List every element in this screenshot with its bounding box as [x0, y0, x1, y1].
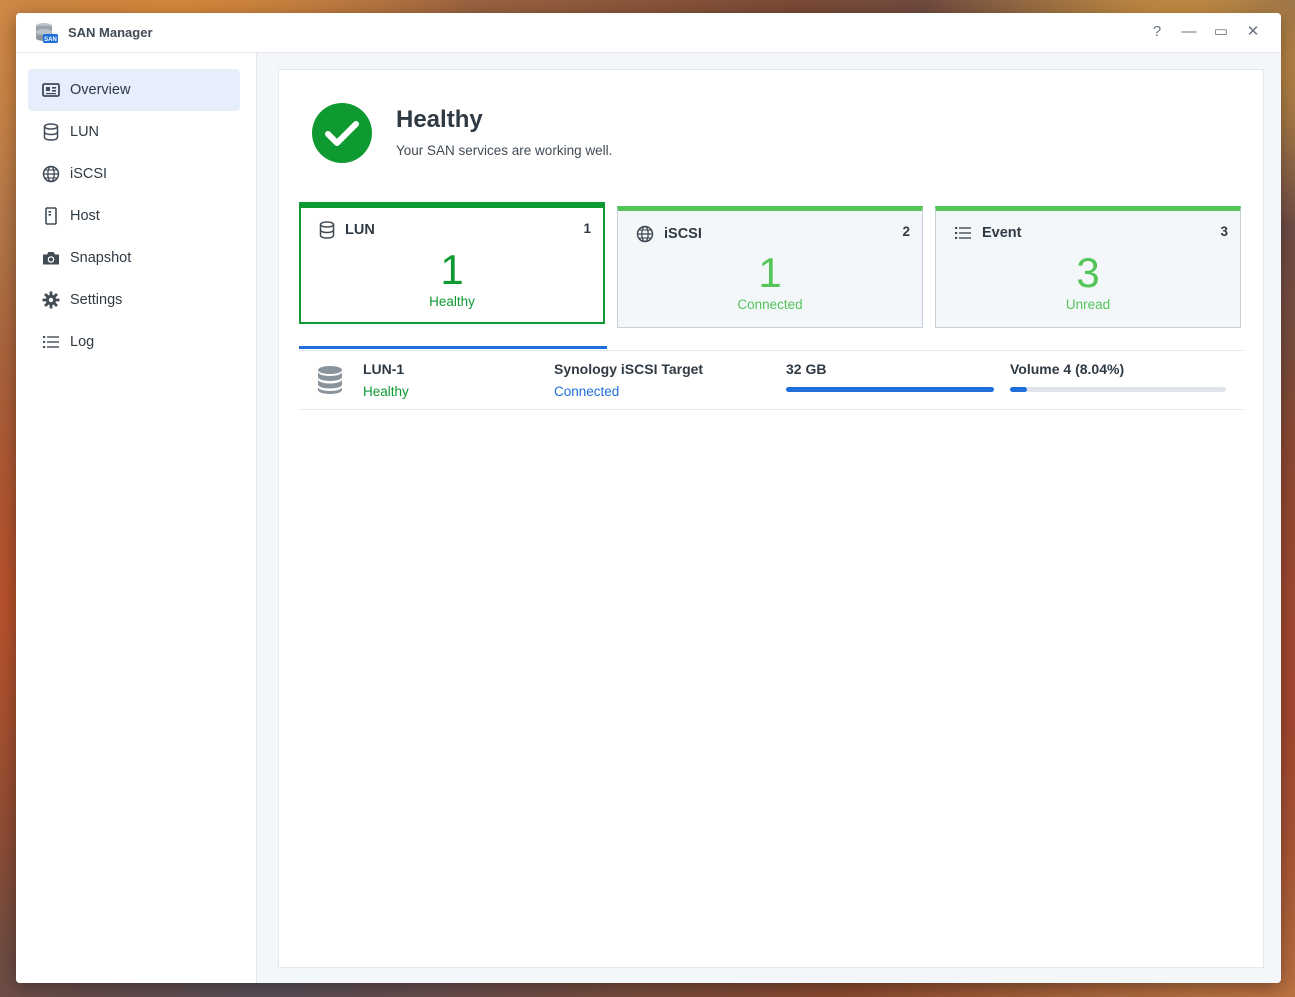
overview-icon — [42, 81, 60, 99]
lun-status: Healthy — [363, 384, 409, 399]
sidebar-item-label: Host — [70, 208, 100, 224]
database-stack-icon — [318, 366, 342, 394]
close-button[interactable]: ✕ — [1244, 23, 1262, 41]
globe-icon — [636, 225, 654, 243]
list-icon — [955, 227, 971, 239]
card-label: Event — [982, 225, 1022, 241]
gear-icon — [42, 291, 60, 309]
help-button[interactable]: ? — [1148, 23, 1166, 41]
list-icon — [42, 333, 60, 351]
sidebar-item-label: Snapshot — [70, 250, 132, 266]
sidebar-item-log[interactable]: Log — [28, 321, 240, 363]
card-header: Event — [954, 225, 1022, 241]
lun-volume: Volume 4 (8.04%) — [1010, 361, 1125, 377]
sidebar-item-label: iSCSI — [70, 166, 108, 182]
san-manager-window: SAN SAN Manager ? — ▭ ✕ Overview LUN iSC… — [16, 13, 1281, 983]
lun-list-row[interactable]: LUN-1 Healthy Synology iSCSI Target Conn… — [299, 351, 1243, 410]
status-description: Your SAN services are working well. — [396, 143, 613, 158]
lun-name: LUN-1 — [363, 361, 405, 377]
camera-icon — [42, 249, 60, 267]
card-count: 3 — [1220, 224, 1228, 239]
lun-size-progress-bar — [786, 387, 994, 392]
lun-summary-card[interactable]: LUN 1 1 Healthy — [299, 202, 605, 324]
card-value: 1 — [440, 246, 464, 293]
card-subtitle: Connected — [737, 297, 803, 312]
sidebar-item-settings[interactable]: Settings — [28, 279, 240, 321]
sidebar-item-lun[interactable]: LUN — [28, 111, 240, 153]
card-count: 1 — [583, 221, 591, 236]
lun-size: 32 GB — [786, 361, 827, 377]
sidebar: Overview LUN iSCSI Host Snapshot Setting… — [16, 53, 257, 983]
sidebar-item-overview[interactable]: Overview — [28, 69, 240, 111]
lun-size-progress-fill — [786, 387, 994, 392]
card-subtitle: Healthy — [429, 294, 475, 309]
lun-target-status: Connected — [554, 384, 620, 399]
card-value: 3 — [1076, 249, 1100, 296]
card-label: LUN — [345, 222, 375, 238]
database-icon — [319, 221, 335, 239]
app-icon-badge: SAN — [44, 37, 57, 43]
window-title: SAN Manager — [68, 25, 153, 40]
volume-usage-progress-fill — [1010, 387, 1028, 392]
card-value: 1 — [758, 249, 782, 296]
sidebar-item-label: Settings — [70, 292, 123, 308]
iscsi-summary-card[interactable]: iSCSI 2 1 Connected — [617, 206, 923, 328]
volume-usage-progress-bar — [1010, 387, 1226, 392]
sidebar-item-label: LUN — [70, 124, 100, 140]
card-label: iSCSI — [664, 226, 702, 242]
sidebar-item-iscsi[interactable]: iSCSI — [28, 153, 240, 195]
overview-panel: Healthy Your SAN services are working we… — [278, 69, 1264, 968]
minimize-button[interactable]: — — [1180, 23, 1198, 41]
host-icon — [42, 207, 60, 225]
title-bar: SAN SAN Manager ? — ▭ ✕ — [16, 13, 1281, 53]
sidebar-item-snapshot[interactable]: Snapshot — [28, 237, 240, 279]
san-manager-app-icon: SAN — [36, 23, 58, 43]
main-content: Healthy Your SAN services are working we… — [257, 53, 1281, 983]
database-icon — [42, 123, 60, 141]
selected-card-indicator — [299, 346, 607, 349]
maximize-button[interactable]: ▭ — [1212, 23, 1230, 41]
card-header: iSCSI — [636, 225, 702, 243]
card-header: LUN — [319, 221, 375, 239]
lun-target-name: Synology iSCSI Target — [554, 361, 704, 377]
status-title: Healthy — [396, 106, 483, 133]
sidebar-item-host[interactable]: Host — [28, 195, 240, 237]
event-summary-card[interactable]: Event 3 3 Unread — [935, 206, 1241, 328]
card-count: 2 — [902, 224, 910, 239]
card-subtitle: Unread — [1065, 297, 1111, 312]
sidebar-item-label: Log — [70, 334, 95, 350]
check-circle-icon — [312, 103, 372, 163]
sidebar-item-label: Overview — [70, 82, 131, 98]
globe-icon — [42, 165, 60, 183]
